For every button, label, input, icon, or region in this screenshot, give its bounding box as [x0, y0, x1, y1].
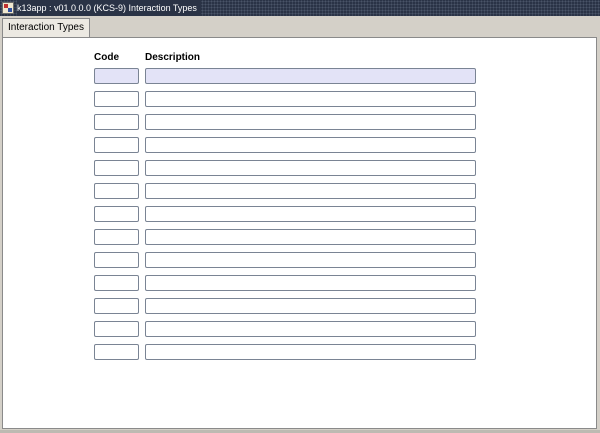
- code-field[interactable]: [94, 137, 139, 153]
- description-field[interactable]: [145, 344, 476, 360]
- table-row: [94, 229, 476, 245]
- code-field[interactable]: [94, 298, 139, 314]
- code-field[interactable]: [94, 229, 139, 245]
- form-canvas: Code Description: [2, 37, 597, 429]
- app-window-icon[interactable]: [2, 2, 14, 14]
- code-field[interactable]: [94, 252, 139, 268]
- table-row: [94, 114, 476, 130]
- table-row: [94, 91, 476, 107]
- code-field[interactable]: [94, 206, 139, 222]
- table-row: [94, 183, 476, 199]
- description-field[interactable]: [145, 275, 476, 291]
- description-field[interactable]: [145, 114, 476, 130]
- table-row: [94, 68, 476, 84]
- table-row: [94, 321, 476, 337]
- code-field[interactable]: [94, 275, 139, 291]
- column-header-code: Code: [94, 52, 119, 63]
- window-title: k13app : v01.0.0.0 (KCS-9) Interaction T…: [17, 0, 201, 16]
- table-row: [94, 275, 476, 291]
- table-row: [94, 344, 476, 360]
- table-row: [94, 298, 476, 314]
- table-row: [94, 137, 476, 153]
- code-field[interactable]: [94, 321, 139, 337]
- description-field[interactable]: [145, 160, 476, 176]
- code-field[interactable]: [94, 344, 139, 360]
- code-field[interactable]: [94, 91, 139, 107]
- description-field[interactable]: [145, 229, 476, 245]
- description-field[interactable]: [145, 137, 476, 153]
- code-field[interactable]: [94, 114, 139, 130]
- code-field[interactable]: [94, 160, 139, 176]
- description-field[interactable]: [145, 321, 476, 337]
- tab-interaction-types[interactable]: Interaction Types: [2, 18, 90, 37]
- description-field[interactable]: [145, 183, 476, 199]
- description-field[interactable]: [145, 91, 476, 107]
- table-row: [94, 206, 476, 222]
- code-field[interactable]: [94, 68, 139, 84]
- description-field[interactable]: [145, 252, 476, 268]
- description-field[interactable]: [145, 206, 476, 222]
- tab-strip: Interaction Types: [0, 16, 600, 37]
- table-row: [94, 160, 476, 176]
- title-bar: k13app : v01.0.0.0 (KCS-9) Interaction T…: [0, 0, 600, 16]
- column-header-description: Description: [145, 52, 201, 63]
- table-row: [94, 252, 476, 268]
- description-field[interactable]: [145, 68, 476, 84]
- code-field[interactable]: [94, 183, 139, 199]
- description-field[interactable]: [145, 298, 476, 314]
